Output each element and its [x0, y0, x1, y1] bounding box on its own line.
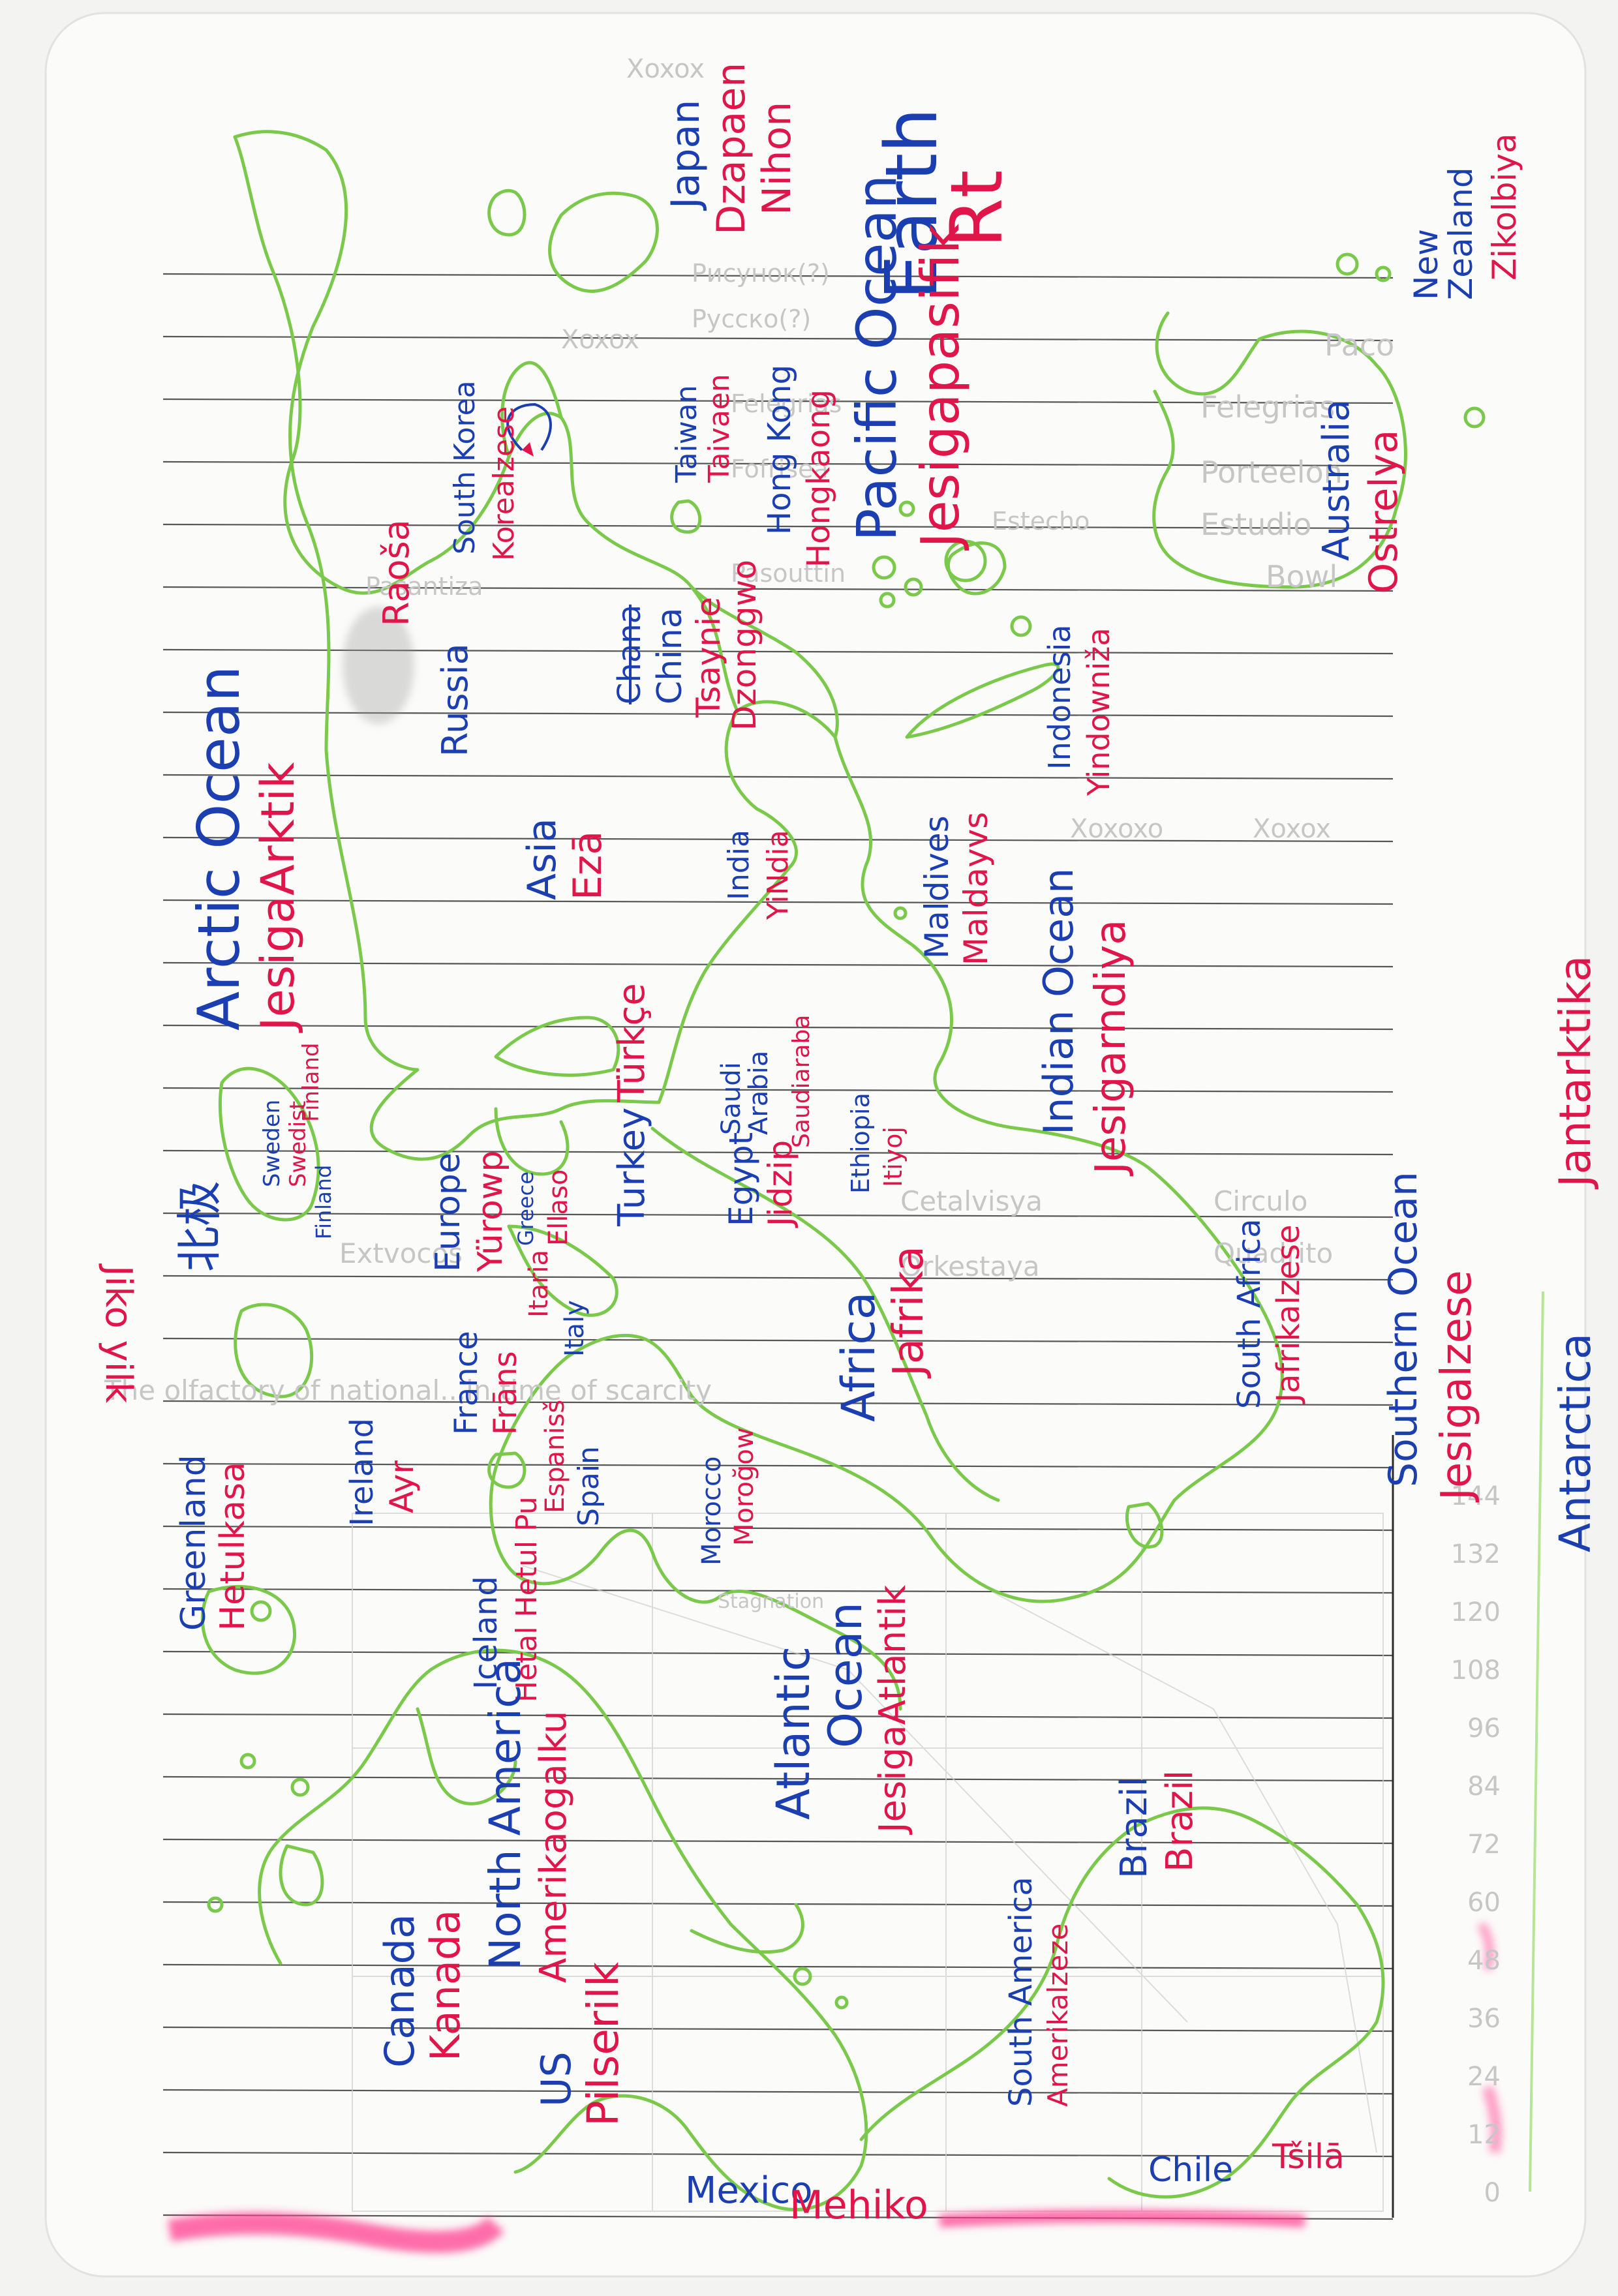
turkey-conlang: Türkçe — [611, 983, 653, 1102]
atlantic-conlang: JesigaAtlantik — [872, 1584, 914, 1833]
south-africa-conlang: Jafrikalzese — [1270, 1224, 1307, 1402]
india-conlang: YiNdia — [761, 830, 795, 920]
japan-conlang-2: Nihon — [754, 101, 800, 215]
france-english: France — [448, 1331, 485, 1435]
sweden-english: Sweden — [259, 1099, 285, 1187]
canada-conlang: Kanada — [421, 1909, 469, 2061]
china-struck: Chana — [611, 604, 648, 704]
north-pole-conlang: Jiko yilk — [97, 1265, 140, 1404]
maldives-conlang: Maldayvs — [957, 811, 995, 965]
mexico-conlang: Mehiko — [789, 2183, 928, 2228]
italy-english: Italy — [560, 1300, 590, 1357]
north-america-english: North America — [480, 1658, 530, 1970]
japan-conlang-1: Dzapaen — [709, 62, 754, 235]
southern-ocean-english: Southern Ocean — [1381, 1171, 1426, 1487]
arctic-conlang: JesigaArktik — [251, 762, 305, 1031]
greece-english: Greece — [513, 1171, 538, 1246]
ethiopia-english: Ethiopia — [846, 1093, 875, 1194]
saudi-conlang: Saudiaraba — [788, 1014, 815, 1148]
brazil-conlang: Brazil — [1159, 1770, 1201, 1872]
france-conlang: Frāns — [487, 1351, 524, 1435]
new-zealand-english: New Zealand — [1407, 167, 1480, 300]
us-english: US — [532, 2051, 580, 2107]
india-english: India — [722, 830, 756, 900]
china-english: China — [650, 607, 690, 704]
arctic-english: Arctic Ocean — [185, 665, 252, 1031]
chile-conlang: Tšilā — [1272, 2137, 1345, 2177]
italy-conlang: Itaria — [524, 1249, 554, 1318]
ireland-english: Ireland — [344, 1417, 380, 1526]
indian-ocean-english: Indian Ocean — [1035, 868, 1082, 1135]
south-america-conlang: Amerikalzeze — [1042, 1923, 1074, 2107]
egypt-english: Egypt — [722, 1132, 760, 1226]
europe-english: Europe — [429, 1153, 468, 1272]
canada-english: Canada — [376, 1914, 423, 2068]
turkey-english: Turkey — [611, 1107, 653, 1226]
north-pole-english: 北极 — [173, 1181, 226, 1272]
brazil-english: Brazil — [1113, 1776, 1155, 1879]
africa-english: Africa — [832, 1292, 885, 1422]
morocco-conlang: Moroğow — [729, 1427, 759, 1546]
australia-english: Australia — [1315, 399, 1358, 561]
taiwan-conlang: Taivaen — [703, 374, 736, 483]
greenland-english: Greenland — [174, 1455, 213, 1631]
pacific-english: Pacific Ocean — [845, 174, 909, 541]
finland-english: Finland — [311, 1164, 336, 1239]
chile-english: Chile — [1148, 2151, 1234, 2190]
antarctica-conlang: Jantarktika — [1550, 955, 1600, 1187]
egypt-conlang: Jidzip — [761, 1140, 799, 1226]
ireland-conlang: Ayr — [383, 1460, 421, 1513]
morocco-english: Morocco — [697, 1456, 727, 1565]
indonesia-conlang: Yindowniža — [1081, 627, 1116, 796]
maldives-english: Maldives — [918, 815, 956, 959]
atlantic-english-1: Atlantic — [767, 1646, 820, 1820]
finland-conlang: Finland — [298, 1042, 324, 1123]
atlantic-english-2: Ocean — [819, 1602, 872, 1748]
asia-english: Asia — [519, 818, 565, 900]
us-conlang: Pilserilk — [578, 1961, 628, 2126]
spain-english: Spain — [572, 1446, 605, 1526]
greenland-conlang: Hetulkasa — [213, 1462, 252, 1631]
south-korea-conlang: Korealzese — [487, 406, 521, 561]
russia-conlang: Raoša — [376, 519, 417, 626]
antarctica-english: Antarctica — [1550, 1333, 1600, 1552]
asia-conlang: Ezā — [565, 830, 611, 900]
europe-conlang: Yürowp — [471, 1150, 510, 1272]
australia-conlang: Ostrelya — [1361, 429, 1407, 594]
africa-conlang: Jafrika — [885, 1246, 933, 1376]
saudi-english: Saudi Arabia — [716, 1050, 774, 1135]
russia-english: Russia — [435, 643, 476, 757]
spain-conlang: Espanisš — [540, 1399, 570, 1513]
greece-conlang: Ellaso — [543, 1169, 573, 1246]
pacific-conlang: Jesigapasifik — [910, 224, 971, 548]
new-zealand-conlang: Zikolbiya — [1486, 133, 1523, 280]
hong-kong-conlang: Hongkaong — [801, 389, 837, 567]
north-america-conlang: Amerikaogalku — [532, 1710, 575, 1983]
hong-kong-english: Hong Kong — [761, 365, 798, 535]
taiwan-english: Taiwan — [670, 385, 703, 483]
southern-ocean-conlang: Jesigalzese — [1433, 1270, 1481, 1500]
map-labels: Earth Rt Japan Dzapaen Nihon Pacific Oce… — [39, 39, 1600, 2228]
south-america-english: South America — [1003, 1877, 1039, 2107]
indian-ocean-conlang: Jesigarndiya — [1087, 919, 1135, 1174]
ethiopia-conlang: Itiyoj — [879, 1126, 908, 1187]
south-korea-english: South Korea — [448, 380, 481, 554]
japan-english: Japan — [663, 99, 709, 209]
china-conlang-1: Tsaynie — [690, 597, 727, 718]
china-conlang-2: Dzonggwo — [725, 560, 763, 731]
south-africa-english: South Africa — [1231, 1218, 1268, 1409]
notebook-page: Xoxox Рисунок(?) Русско(?) Xoxox Paco Fe… — [0, 0, 1618, 2296]
indonesia-english: Indonesia — [1042, 624, 1077, 770]
